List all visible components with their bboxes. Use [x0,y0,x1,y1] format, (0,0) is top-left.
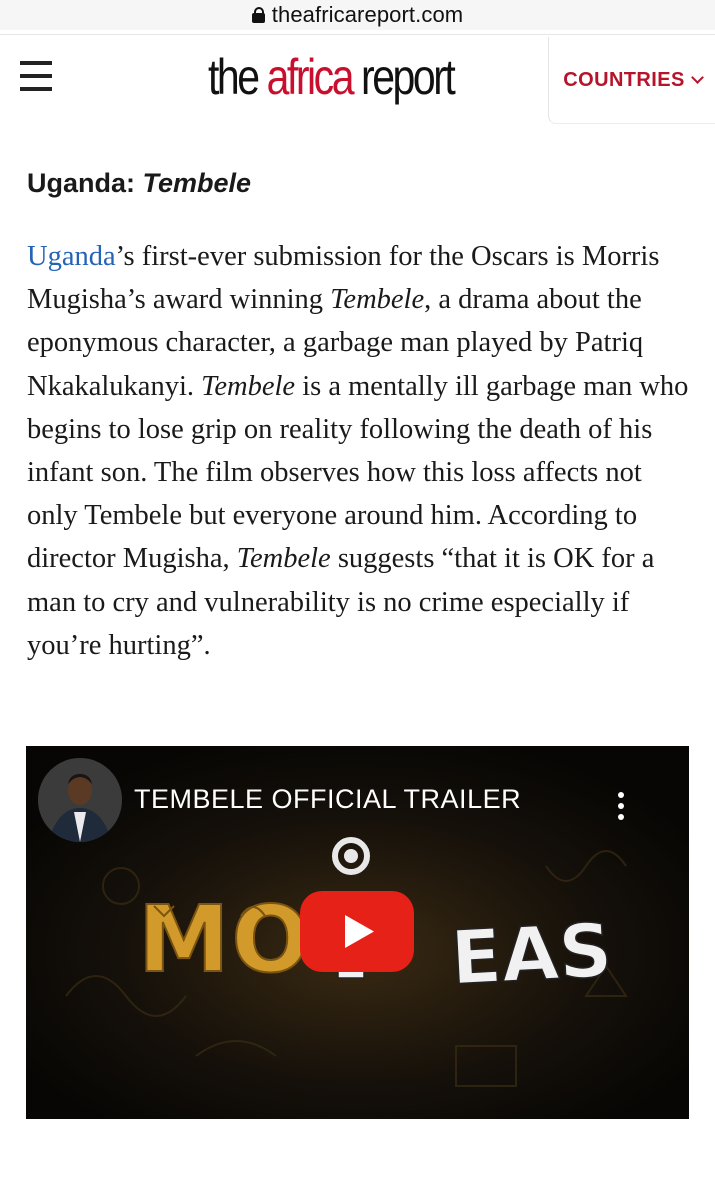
url-text: theafricareport.com [271,2,464,27]
svg-text:EAS: EAS [449,908,614,1002]
hamburger-menu-icon[interactable] [20,59,52,93]
section-heading: Uganda: Tembele [27,168,251,199]
chevron-down-icon [690,71,704,84]
countries-dropdown[interactable]: COUNTRIES [548,37,715,124]
url-display[interactable]: theafricareport.com [251,2,464,28]
lock-icon [251,7,265,23]
heading-prefix: Uganda: [27,168,143,198]
film-title-2: Tembele [201,370,296,402]
site-logo[interactable]: the africa report [208,49,456,105]
browser-url-bar[interactable]: theafricareport.com [0,0,715,30]
heading-film-title: Tembele [142,168,252,198]
film-title-1: Tembele [330,284,425,316]
countries-label: COUNTRIES [563,68,685,91]
site-header: the africa report COUNTRIES [0,34,715,124]
logo-word-report: report [361,49,456,105]
logo-word-the: the [208,49,260,105]
film-title-3: Tembele [236,543,331,575]
uganda-link[interactable]: Uganda [27,241,116,272]
play-button-icon[interactable] [300,891,414,972]
logo-word-africa: africa [266,49,355,105]
article-paragraph: Uganda’s first-ever submission for the O… [27,235,697,667]
video-embed[interactable]: TEMBELE OFFICIAL TRAILER MO EAS [26,746,689,1119]
svg-text:MO: MO [138,886,312,993]
